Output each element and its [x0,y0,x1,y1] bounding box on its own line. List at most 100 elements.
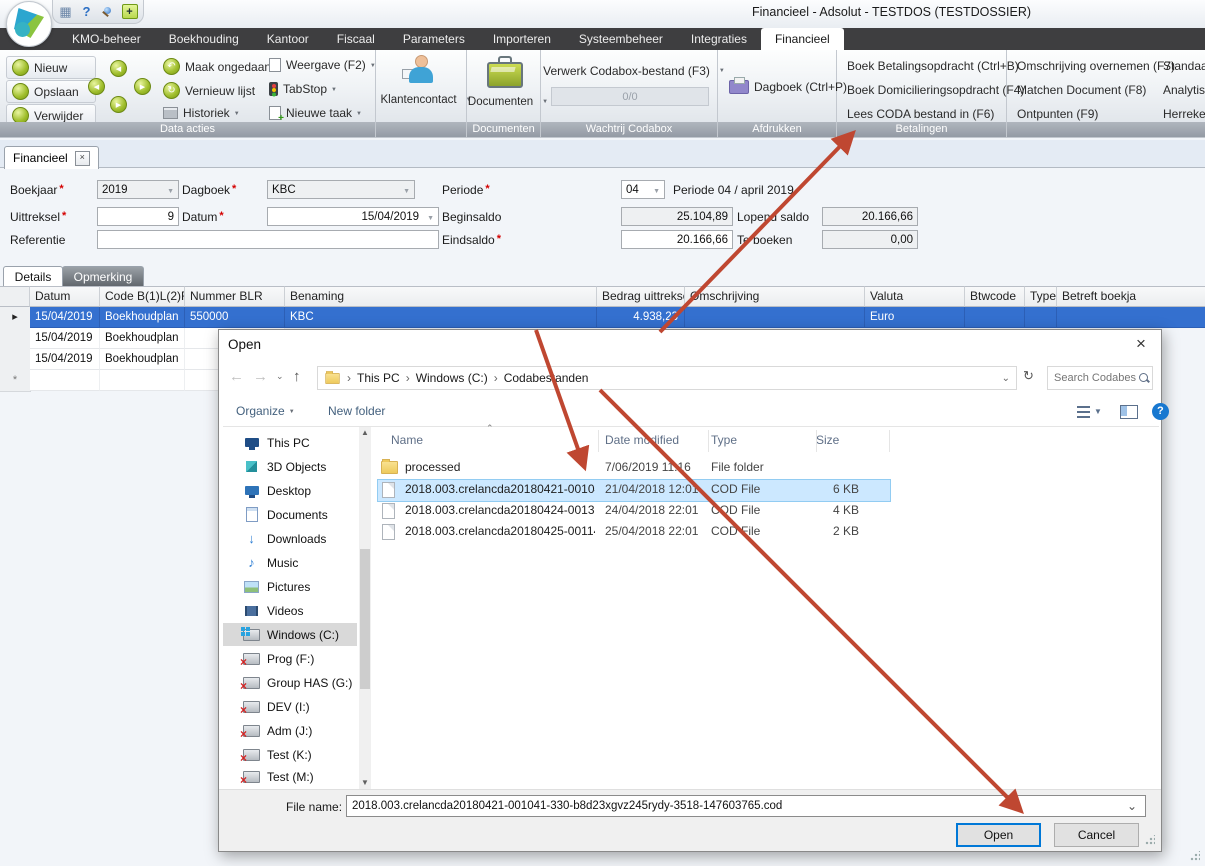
tree-item-windows-c[interactable]: Windows (C:) [223,623,357,646]
organize-button[interactable]: Organize [236,404,295,418]
chevron-down-icon[interactable]: ▼ [1094,407,1102,416]
grid-cell[interactable] [100,370,185,391]
new-folder-button[interactable]: New folder [328,404,385,418]
tree-item-desktop[interactable]: Desktop [223,479,357,502]
help-icon[interactable] [80,5,94,19]
tree-item-dev-i[interactable]: DEV (I:) [223,695,357,718]
grid-cell[interactable] [1057,307,1205,328]
tree-item-test-m[interactable]: Test (M:) [223,767,357,787]
grid-cell[interactable]: Euro [865,307,965,328]
herreken-button[interactable]: Herreken [1158,105,1205,123]
tree-item-pictures[interactable]: Pictures [223,575,357,598]
grid-header-nummer-blr[interactable]: Nummer BLR [185,286,285,307]
standaard-button[interactable]: Standaar [1158,57,1205,75]
datum-field[interactable]: 15/04/2019 [267,207,439,226]
column-divider[interactable] [598,430,599,452]
weergave-button[interactable]: Weergave (F2) [264,56,381,74]
boek-domicilieringsopdracht-button[interactable]: Boek Domicilieringsopdracht (F4) [842,81,1029,99]
history-chevron-icon[interactable]: ⌄ [276,371,284,382]
documenten-button[interactable]: Documenten [467,94,549,110]
tree-item-prog-f[interactable]: Prog (F:) [223,647,357,670]
breadcrumb-this-pc[interactable]: This PC [357,371,400,385]
tree-item-test-k[interactable]: Test (K:) [223,743,357,766]
boekjaar-combo[interactable]: 2019 [97,180,179,199]
nav-next-icon[interactable] [110,96,127,113]
klantencontact-button[interactable]: Klantencontact [378,92,474,108]
grid-cell[interactable]: 15/04/2019 [30,307,100,328]
list-header-type[interactable]: Type [711,433,737,447]
grid-cell[interactable] [1025,307,1057,328]
breadcrumb-codabestanden[interactable]: Codabestanden [504,371,589,385]
cancel-button[interactable]: Cancel [1054,823,1139,847]
grid-header-benaming[interactable]: Benaming [285,286,597,307]
view-list-icon[interactable] [1077,406,1090,418]
scroll-up-icon[interactable]: ▲ [359,427,371,439]
open-button[interactable]: Open [956,823,1041,847]
grid-cell[interactable]: Boekhoudplan [100,328,185,349]
grid-cell[interactable] [965,307,1025,328]
close-icon[interactable]: × [1129,334,1153,356]
grid-header-code[interactable]: Code B(1)L(2)R(3) [100,286,185,307]
nav-first-icon[interactable] [88,78,105,95]
uittreksel-field[interactable]: 9 [97,207,179,226]
address-dropdown-icon[interactable]: ⌄ [1002,373,1010,384]
dagboek-button[interactable]: Dagboek (Ctrl+P) [724,78,852,96]
analytisch-button[interactable]: Analytisch [1158,81,1205,99]
dagboek-combo[interactable]: KBC [267,180,415,199]
search-box[interactable] [1047,366,1153,390]
periode-combo[interactable]: 04 [621,180,665,199]
column-divider[interactable] [816,430,817,452]
tree-item-group-has-g[interactable]: Group HAS (G:) [223,671,357,694]
tree-item-music[interactable]: Music [223,551,357,574]
maak-ongedaan-button[interactable]: Maak ongedaan [158,56,276,77]
grid-cell[interactable]: KBC [285,307,597,328]
nieuw-button[interactable]: Nieuw [6,56,96,79]
scrollbar-thumb[interactable] [360,549,370,689]
calculator-icon[interactable] [59,5,73,19]
list-header-size[interactable]: Size [816,433,839,447]
grid-header-datum[interactable]: Datum [30,286,100,307]
grid-cell[interactable]: 15/04/2019 [30,349,100,370]
opslaan-button[interactable]: Opslaan [6,80,96,103]
referentie-field[interactable] [97,230,439,249]
file-row-cod-3[interactable]: 2018.003.crelancda20180425-001149-718-..… [405,524,595,538]
grid-cell[interactable]: Boekhoudplan [100,349,185,370]
address-bar[interactable]: This PC Windows (C:) Codabestanden ⌄ [317,366,1017,390]
grid-cell[interactable]: Boekhoudplan [100,307,185,328]
grid-cell[interactable] [30,370,100,391]
list-header-modified[interactable]: Date modified [605,433,679,447]
row-selector[interactable] [0,349,31,371]
breadcrumb-windows-c[interactable]: Windows (C:) [416,371,488,385]
tree-scrollbar[interactable]: ▲ ▼ [359,427,371,789]
file-row-cod-2[interactable]: 2018.003.crelancda20180424-001337-849-..… [405,503,595,517]
lees-coda-bestand-button[interactable]: Lees CODA bestand in (F6) [842,105,999,123]
boek-betalingsopdracht-button[interactable]: Boek Betalingsopdracht (Ctrl+B) [842,57,1024,75]
grid-cell[interactable]: 4.938,23 [597,307,685,328]
file-row-processed[interactable]: processed [405,460,595,474]
tree-item-3d-objects[interactable]: 3D Objects [223,455,357,478]
resize-grip[interactable] [1145,835,1155,845]
grid-cell[interactable]: 15/04/2019 [30,328,100,349]
column-divider[interactable] [889,430,890,452]
chevron-down-icon[interactable] [1119,797,1145,815]
document-tab-financieel[interactable]: Financieel [4,146,99,169]
grid-header-betreft[interactable]: Betreft boekja [1057,286,1205,307]
filename-combo[interactable] [346,795,1146,817]
column-divider[interactable] [708,430,709,452]
tree-item-adm-j[interactable]: Adm (J:) [223,719,357,742]
grid-header-bedrag[interactable]: Bedrag uittreksel [597,286,685,307]
file-row-cod-1[interactable]: 2018.003.crelancda20180421-001041-330-..… [405,482,595,496]
vernieuw-lijst-button[interactable]: Vernieuw lijst [158,80,260,101]
close-tab-icon[interactable] [75,151,90,166]
grid-cell[interactable] [685,307,865,328]
omschrijving-overnemen-button[interactable]: Omschrijving overnemen (F7) [1012,57,1180,75]
ontpunten-button[interactable]: Ontpunten (F9) [1012,105,1103,123]
grid-header-omschrijving[interactable]: Omschrijving [685,286,865,307]
tree-item-documents[interactable]: Documents [223,503,357,526]
adsolut-logo[interactable] [6,1,52,47]
tree-item-downloads[interactable]: Downloads [223,527,357,550]
add-icon[interactable] [122,4,138,19]
back-icon[interactable]: ← [229,368,244,385]
grid-header-btwcode[interactable]: Btwcode [965,286,1025,307]
up-icon[interactable]: ↑ [293,368,301,385]
